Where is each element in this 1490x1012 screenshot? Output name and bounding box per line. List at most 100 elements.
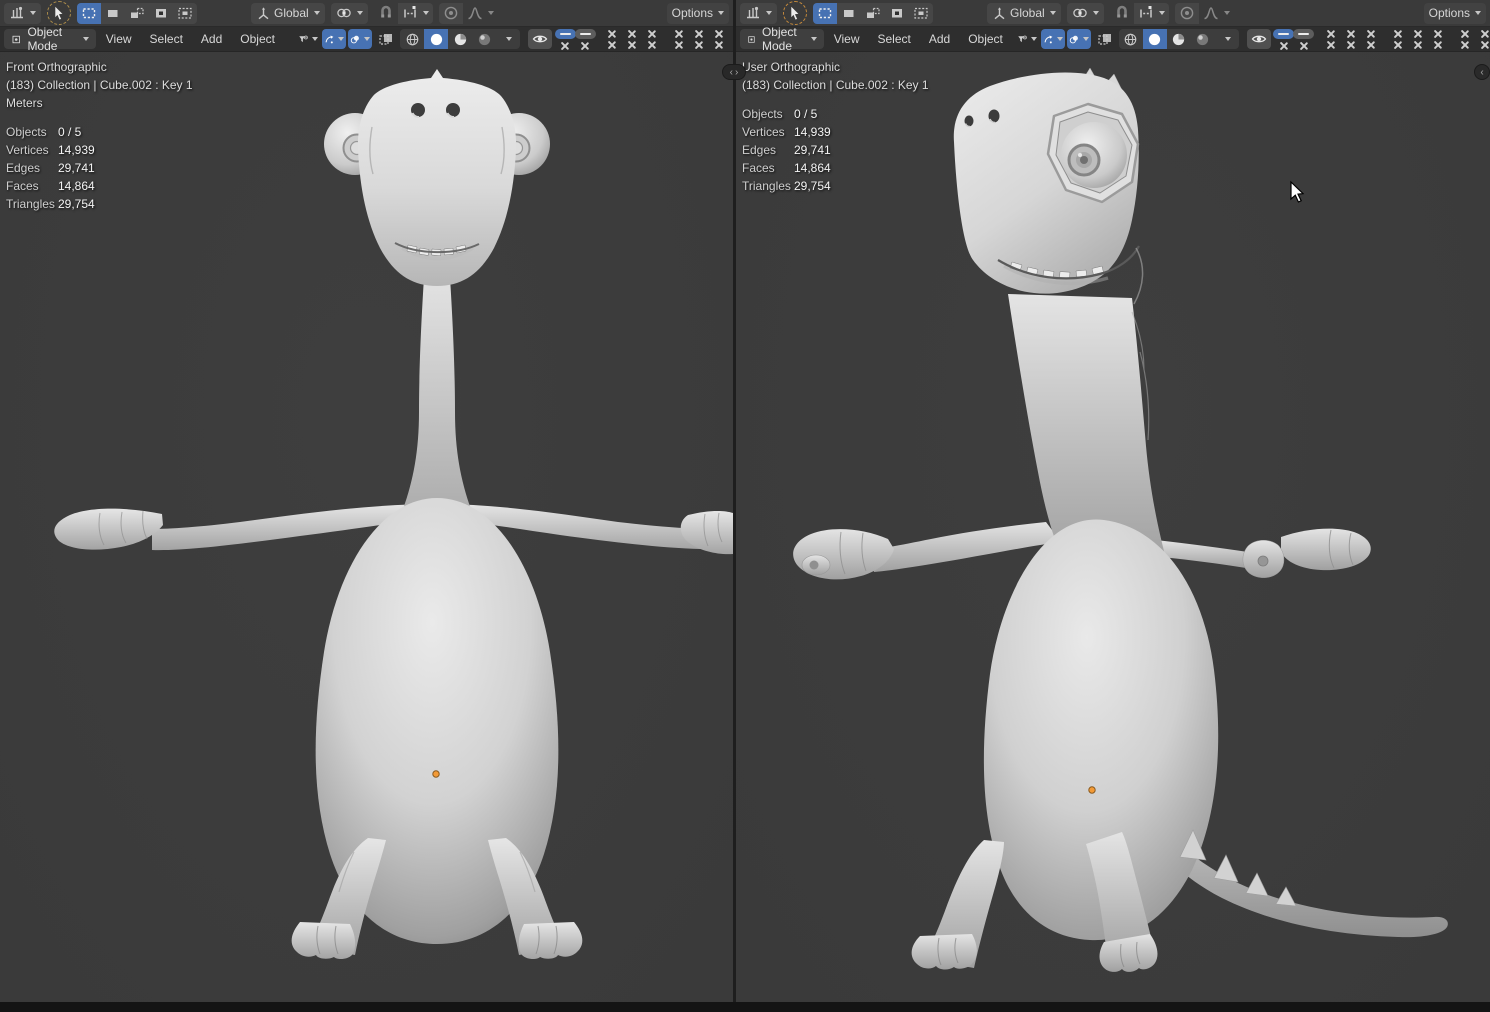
show-overlays-toggle[interactable] xyxy=(1067,29,1091,49)
placeholder-x-icon[interactable] xyxy=(607,40,617,50)
shading-options-dropdown[interactable] xyxy=(496,29,520,49)
toggle-pill-off[interactable] xyxy=(575,29,596,39)
placeholder-x-icon[interactable] xyxy=(1346,40,1356,50)
placeholder-x-icon[interactable] xyxy=(674,40,684,50)
placeholder-x-icon[interactable] xyxy=(1366,29,1376,39)
placeholder-x-icon[interactable] xyxy=(1480,29,1490,39)
visibility-eye-button[interactable] xyxy=(528,29,552,49)
select-mode-intersect[interactable] xyxy=(173,3,197,24)
menu-view[interactable]: View xyxy=(98,29,140,49)
proportional-edit-group xyxy=(439,3,498,24)
placeholder-x-icon[interactable] xyxy=(1393,29,1403,39)
mode-dropdown[interactable]: Object Mode xyxy=(4,29,96,49)
placeholder-x-icon[interactable] xyxy=(1433,40,1443,50)
mode-dropdown[interactable]: Object Mode xyxy=(740,29,824,49)
toggle-pill-on[interactable] xyxy=(555,29,576,39)
placeholder-x-icon[interactable] xyxy=(1279,41,1289,51)
xray-toggle[interactable] xyxy=(1093,29,1117,49)
menu-object[interactable]: Object xyxy=(960,29,1011,49)
placeholder-x-icon[interactable] xyxy=(714,40,724,50)
object-filter-dropdown[interactable] xyxy=(1015,29,1039,49)
snap-target-dropdown[interactable] xyxy=(398,3,433,24)
toggle-pill-off[interactable] xyxy=(1293,29,1314,39)
menu-object[interactable]: Object xyxy=(232,29,283,49)
options-dropdown[interactable]: Options xyxy=(1424,3,1486,24)
placeholder-x-icon[interactable] xyxy=(560,41,570,51)
pivot-point-dropdown[interactable] xyxy=(1067,3,1104,24)
select-mode-extend[interactable] xyxy=(837,3,861,24)
placeholder-x-icon[interactable] xyxy=(1366,40,1376,50)
shading-solid-button[interactable] xyxy=(1143,29,1167,49)
object-filter-dropdown[interactable] xyxy=(296,29,320,49)
proportional-edit-toggle[interactable] xyxy=(1175,3,1199,24)
shading-wireframe-button[interactable] xyxy=(1119,29,1143,49)
menu-select[interactable]: Select xyxy=(869,29,918,49)
select-mode-invert[interactable] xyxy=(149,3,173,24)
visibility-eye-button[interactable] xyxy=(1247,29,1271,49)
chevron-down-icon xyxy=(314,11,320,15)
select-mode-set[interactable] xyxy=(813,3,837,24)
viewport-canvas-user[interactable]: User Orthographic (183) Collection | Cub… xyxy=(736,52,1490,1002)
select-mode-extend[interactable] xyxy=(101,3,125,24)
active-tool-select-box[interactable] xyxy=(47,1,71,25)
show-gizmo-toggle[interactable] xyxy=(322,29,346,49)
select-mode-set[interactable] xyxy=(77,3,101,24)
placeholder-x-icon[interactable] xyxy=(1460,40,1470,50)
shading-solid-button[interactable] xyxy=(424,29,448,49)
falloff-dropdown[interactable] xyxy=(463,3,498,24)
shading-options-dropdown[interactable] xyxy=(1215,29,1239,49)
shading-rendered-button[interactable] xyxy=(1191,29,1215,49)
placeholder-x-icon[interactable] xyxy=(1393,40,1403,50)
show-gizmo-toggle[interactable] xyxy=(1041,29,1065,49)
placeholder-x-icon[interactable] xyxy=(1326,40,1336,50)
proportional-edit-toggle[interactable] xyxy=(439,3,463,24)
placeholder-x-icon[interactable] xyxy=(1346,29,1356,39)
select-mode-invert[interactable] xyxy=(885,3,909,24)
placeholder-x-icon[interactable] xyxy=(714,29,724,39)
menu-add[interactable]: Add xyxy=(921,29,958,49)
snap-toggle[interactable] xyxy=(374,3,398,24)
options-dropdown[interactable]: Options xyxy=(667,3,729,24)
placeholder-x-icon[interactable] xyxy=(1460,29,1470,39)
placeholder-x-icon[interactable] xyxy=(627,29,637,39)
toggle-pill-on[interactable] xyxy=(1273,29,1294,39)
shading-material-button[interactable] xyxy=(1167,29,1191,49)
shading-rendered-button[interactable] xyxy=(472,29,496,49)
menu-add[interactable]: Add xyxy=(193,29,230,49)
select-mode-intersect[interactable] xyxy=(909,3,933,24)
editor-type-button[interactable] xyxy=(740,3,777,24)
menu-view[interactable]: View xyxy=(826,29,868,49)
region-splitter-handle[interactable]: ‹› xyxy=(722,64,746,80)
menu-select[interactable]: Select xyxy=(142,29,191,49)
placeholder-x-icon[interactable] xyxy=(627,40,637,50)
pivot-point-dropdown[interactable] xyxy=(331,3,368,24)
placeholder-x-icon[interactable] xyxy=(1299,41,1309,51)
shading-wireframe-button[interactable] xyxy=(400,29,424,49)
placeholder-x-icon[interactable] xyxy=(1413,40,1423,50)
select-mode-subtract[interactable] xyxy=(861,3,885,24)
shading-material-button[interactable] xyxy=(448,29,472,49)
placeholder-x-icon[interactable] xyxy=(1413,29,1423,39)
transform-orientation-dropdown[interactable]: Global xyxy=(987,3,1061,24)
viewport-canvas-front[interactable]: Front Orthographic (183) Collection | Cu… xyxy=(0,52,733,1002)
falloff-dropdown[interactable] xyxy=(1199,3,1234,24)
placeholder-x-icon[interactable] xyxy=(694,40,704,50)
placeholder-x-icon[interactable] xyxy=(694,29,704,39)
placeholder-x-icon[interactable] xyxy=(607,29,617,39)
show-overlays-toggle[interactable] xyxy=(348,29,372,49)
placeholder-x-icon[interactable] xyxy=(1326,29,1336,39)
select-mode-subtract[interactable] xyxy=(125,3,149,24)
placeholder-x-icon[interactable] xyxy=(647,29,657,39)
placeholder-x-icon[interactable] xyxy=(1480,40,1490,50)
placeholder-x-icon[interactable] xyxy=(647,40,657,50)
snap-toggle[interactable] xyxy=(1110,3,1134,24)
placeholder-x-icon[interactable] xyxy=(580,41,590,51)
active-tool-select-box[interactable] xyxy=(783,1,807,25)
xray-toggle[interactable] xyxy=(374,29,398,49)
snap-target-dropdown[interactable] xyxy=(1134,3,1169,24)
placeholder-x-icon[interactable] xyxy=(674,29,684,39)
placeholder-x-icon[interactable] xyxy=(1433,29,1443,39)
sidebar-collapse-arrow[interactable]: ‹ xyxy=(1474,64,1490,80)
transform-orientation-dropdown[interactable]: Global xyxy=(251,3,325,24)
editor-type-button[interactable] xyxy=(4,3,41,24)
